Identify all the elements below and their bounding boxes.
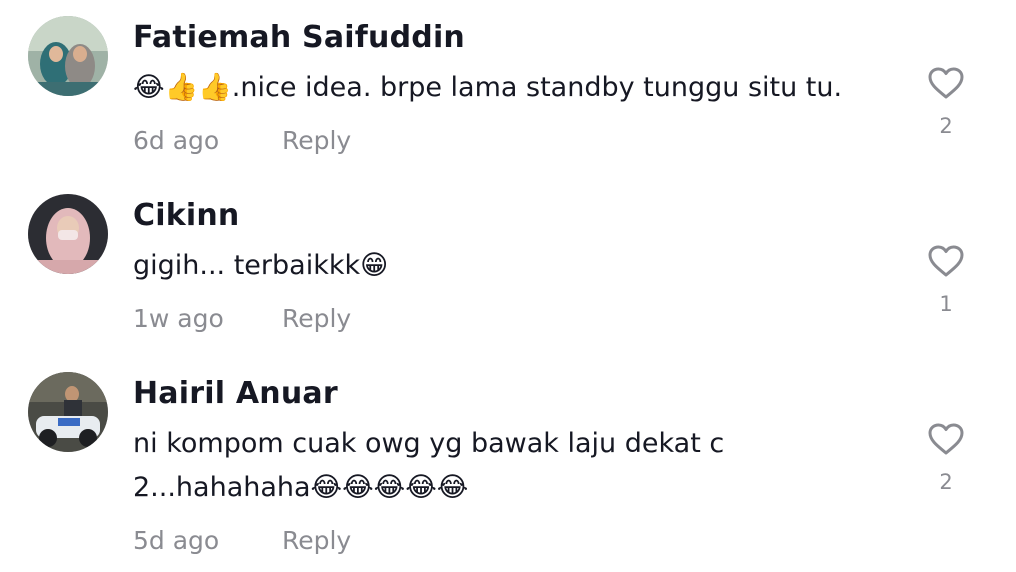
heart-outline-icon[interactable] (924, 66, 968, 100)
like-button[interactable]: 1 (924, 244, 968, 316)
reply-button[interactable]: Reply (282, 126, 351, 155)
reply-button[interactable]: Reply (282, 304, 351, 333)
username[interactable]: Hairil Anuar (133, 376, 338, 411)
comment-text: 😂👍👍.nice idea. brpe lama standby tunggu … (133, 72, 843, 103)
heart-outline-icon[interactable] (924, 422, 968, 456)
username[interactable]: Cikinn (133, 198, 239, 233)
like-count: 2 (939, 470, 953, 494)
like-count: 2 (939, 114, 953, 138)
heart-outline-icon[interactable] (924, 244, 968, 278)
like-button[interactable]: 2 (924, 66, 968, 138)
comment-time: 6d ago (133, 126, 220, 155)
avatar[interactable] (28, 194, 108, 274)
comment-meta: 6d ago Reply (133, 126, 351, 155)
comment-time: 1w ago (133, 304, 224, 333)
comment-text: gigih... terbaikkk😁 (133, 250, 389, 281)
avatar[interactable] (28, 372, 108, 452)
comment-meta: 1w ago Reply (133, 304, 351, 333)
comment-meta: 5d ago Reply (133, 526, 351, 555)
like-count: 1 (939, 292, 953, 316)
comment-text: ni kompom cuak owg yg bawak laju dekat c… (133, 428, 725, 503)
comment-list: Fatiemah Saifuddin 😂👍👍.nice idea. brpe l… (0, 0, 1016, 572)
avatar[interactable] (28, 16, 108, 96)
username[interactable]: Fatiemah Saifuddin (133, 20, 465, 55)
comment-time: 5d ago (133, 526, 220, 555)
like-button[interactable]: 2 (924, 422, 968, 494)
reply-button[interactable]: Reply (282, 526, 351, 555)
